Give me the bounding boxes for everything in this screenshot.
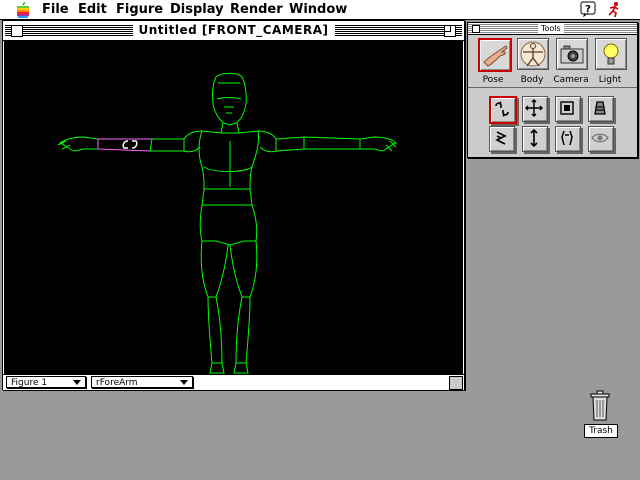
figure-select[interactable]: Figure 1	[6, 376, 86, 388]
figure-right-foot	[233, 362, 249, 374]
translate-tool-button[interactable]	[522, 126, 548, 152]
figure-hip	[199, 204, 258, 246]
tools-title: Tools	[538, 23, 564, 34]
camera-icon	[560, 45, 584, 64]
taper-tool-button[interactable]	[588, 96, 614, 122]
palette-divider	[468, 87, 637, 88]
menu-window[interactable]: Window	[289, 2, 347, 17]
status-bar: Figure 1 rForeArm	[3, 374, 464, 390]
twist-tool-button[interactable]	[489, 126, 515, 152]
menu-display[interactable]: Display	[170, 2, 224, 17]
scale-tool-button[interactable]	[555, 96, 581, 122]
trash-icon[interactable]	[588, 390, 612, 422]
wireframe-figure	[57, 72, 397, 374]
apple-menu-icon[interactable]	[16, 2, 30, 18]
help-icon[interactable]: ?	[580, 1, 596, 17]
trash-label[interactable]: Trash	[584, 424, 618, 438]
window-title-text: Untitled [FRONT_CAMERA]	[132, 23, 335, 37]
scale-icon	[560, 101, 574, 115]
window-title-bar[interactable]: Untitled [FRONT_CAMERA]	[3, 21, 464, 41]
figure-chest	[198, 130, 259, 190]
figure-right-hand	[359, 136, 397, 152]
body-part-select[interactable]: rForeArm	[91, 376, 193, 388]
chevron-down-icon	[73, 380, 81, 385]
move-tool-button[interactable]	[522, 96, 548, 122]
move-icon	[525, 99, 543, 117]
vitruvian-figure-icon	[520, 41, 546, 67]
figure-right-shin	[235, 296, 251, 364]
menu-figure[interactable]: Figure	[116, 2, 163, 17]
camera-tool-button[interactable]	[556, 38, 588, 70]
pose-tool-label: Pose	[482, 75, 504, 85]
light-tool-button[interactable]	[595, 38, 627, 70]
light-tool-label: Light	[598, 75, 622, 85]
document-window: Untitled [FRONT_CAMERA] Figure 1 rForeAr…	[2, 20, 465, 390]
translate-icon	[530, 128, 538, 148]
running-figure-icon[interactable]	[606, 1, 622, 18]
body-tool-button[interactable]	[517, 38, 549, 70]
figure-right-forearm	[303, 136, 361, 150]
figure-left-hand	[57, 136, 99, 152]
menu-render[interactable]: Render	[230, 2, 283, 17]
figure-right-shoulder	[257, 130, 277, 153]
3d-viewport[interactable]	[4, 41, 463, 375]
view-tool-button[interactable]	[588, 126, 614, 152]
figure-left-upper-arm	[149, 138, 184, 152]
menu-bar: File Edit Figure Display Render Window ?	[0, 0, 640, 20]
figure-left-thigh	[200, 240, 229, 298]
lightbulb-icon	[603, 43, 619, 65]
hand-icon	[483, 45, 508, 67]
rotate-tool-button[interactable]	[489, 96, 517, 124]
figure-abdomen	[201, 188, 253, 206]
pose-tool-button[interactable]	[478, 38, 512, 72]
view-icon	[591, 133, 609, 143]
camera-tool-label: Camera	[553, 75, 589, 85]
svg-text:?: ?	[585, 4, 591, 15]
window-title: Untitled [FRONT_CAMERA]	[3, 23, 464, 37]
figure-left-shin	[207, 296, 223, 364]
rotate-cursor-icon	[122, 140, 138, 149]
menu-file[interactable]: File	[42, 2, 69, 17]
tools-palette: Tools Pose Body Camera Light	[467, 22, 638, 158]
figure-left-foot	[209, 362, 225, 374]
figure-select-value: Figure 1	[11, 378, 48, 388]
menu-edit[interactable]: Edit	[78, 2, 107, 17]
figure-right-upper-arm	[275, 136, 305, 152]
resize-grow-box[interactable]	[449, 376, 463, 390]
body-part-select-value: rForeArm	[96, 378, 138, 388]
figure-right-thigh	[229, 240, 258, 298]
rotate-icon	[495, 101, 509, 117]
taper-icon	[594, 101, 606, 115]
tools-title-bar[interactable]: Tools	[468, 23, 637, 35]
chevron-down-icon	[180, 380, 188, 385]
figure-left-forearm	[97, 138, 152, 152]
twist-icon	[495, 131, 507, 145]
body-tool-label: Body	[520, 75, 544, 85]
chain-icon	[561, 130, 573, 146]
chain-tool-button[interactable]	[555, 126, 581, 152]
palette-close-box[interactable]	[472, 25, 480, 33]
zoom-box[interactable]	[444, 25, 456, 37]
